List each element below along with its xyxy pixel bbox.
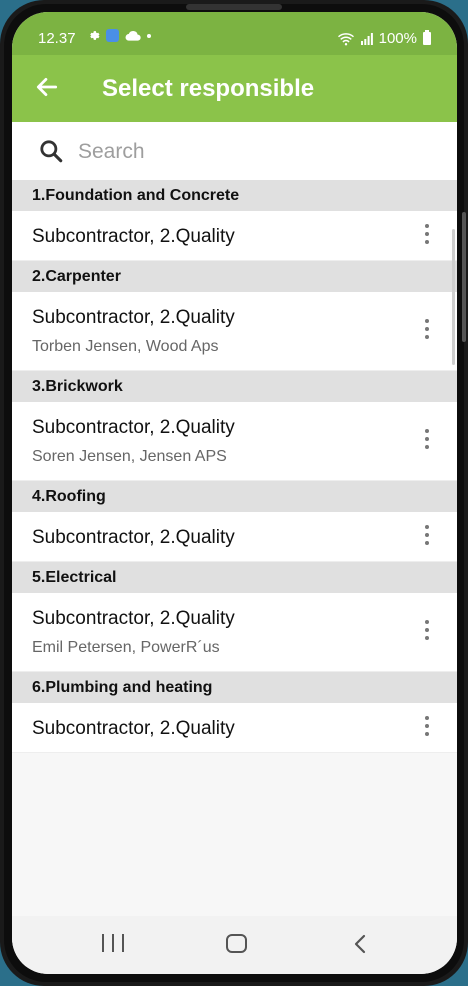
list-item-secondary: Soren Jensen, Jensen APS xyxy=(32,448,227,465)
list-item[interactable]: Subcontractor, 2.Quality xyxy=(12,512,457,562)
page-title: Select responsible xyxy=(102,75,315,102)
more-vert-icon[interactable] xyxy=(423,525,431,549)
battery-icon xyxy=(423,30,431,45)
list-item-secondary: Torben Jensen, Wood Aps xyxy=(32,338,219,355)
side-button xyxy=(462,212,466,342)
status-time: 12.37 xyxy=(38,30,76,47)
list-item[interactable]: Subcontractor, 2.Quality xyxy=(12,703,457,753)
search-input[interactable] xyxy=(78,136,418,168)
list-item[interactable]: Subcontractor, 2.Quality Emil Petersen, … xyxy=(12,593,457,672)
settings-icon xyxy=(90,31,100,40)
list-item[interactable]: Subcontractor, 2.Quality xyxy=(12,211,457,261)
more-vert-icon[interactable] xyxy=(423,224,431,248)
cloud-icon xyxy=(125,30,141,41)
arrow-left-icon[interactable] xyxy=(34,74,60,100)
section-header: 6.Plumbing and heating xyxy=(12,672,457,703)
signal-icon xyxy=(360,32,373,45)
recent-apps-icon[interactable] xyxy=(102,934,124,952)
home-icon[interactable] xyxy=(226,934,247,953)
list-item-primary: Subcontractor, 2.Quality xyxy=(32,226,235,247)
section-header: 5.Electrical xyxy=(12,562,457,593)
more-vert-icon[interactable] xyxy=(423,429,431,453)
list-item-primary: Subcontractor, 2.Quality xyxy=(32,527,235,548)
dot-icon xyxy=(147,33,151,38)
more-vert-icon[interactable] xyxy=(423,319,431,343)
scrollbar[interactable] xyxy=(452,229,455,365)
search-icon xyxy=(40,140,63,163)
section-header: 2.Carpenter xyxy=(12,261,457,292)
back-icon[interactable] xyxy=(352,934,368,954)
list-item[interactable]: Subcontractor, 2.Quality Soren Jensen, J… xyxy=(12,402,457,481)
phone-speaker xyxy=(186,4,282,10)
status-notification-icons xyxy=(87,29,151,42)
battery-percent: 100% xyxy=(378,30,417,47)
list-item[interactable]: Subcontractor, 2.Quality Torben Jensen, … xyxy=(12,292,457,371)
responsible-list: 1.Foundation and Concrete Subcontractor,… xyxy=(12,180,457,753)
system-nav-bar xyxy=(12,916,457,974)
screen: 12.37 100% Select responsible 1.Foundati… xyxy=(12,12,457,974)
search-bar xyxy=(12,122,457,180)
section-header: 4.Roofing xyxy=(12,481,457,512)
section-header: 1.Foundation and Concrete xyxy=(12,180,457,211)
app-notification-icon xyxy=(106,29,119,42)
list-item-primary: Subcontractor, 2.Quality xyxy=(32,417,235,438)
more-vert-icon[interactable] xyxy=(423,716,431,740)
status-right: 100% xyxy=(337,30,431,47)
status-bar: 12.37 100% xyxy=(12,12,457,55)
wifi-icon xyxy=(337,32,354,45)
list-item-primary: Subcontractor, 2.Quality xyxy=(32,307,235,328)
section-header: 3.Brickwork xyxy=(12,371,457,402)
more-vert-icon[interactable] xyxy=(423,620,431,644)
list-item-primary: Subcontractor, 2.Quality xyxy=(32,608,235,629)
list-item-secondary: Emil Petersen, PowerR´us xyxy=(32,639,220,656)
app-bar: Select responsible xyxy=(12,55,457,122)
list-item-primary: Subcontractor, 2.Quality xyxy=(32,718,235,739)
